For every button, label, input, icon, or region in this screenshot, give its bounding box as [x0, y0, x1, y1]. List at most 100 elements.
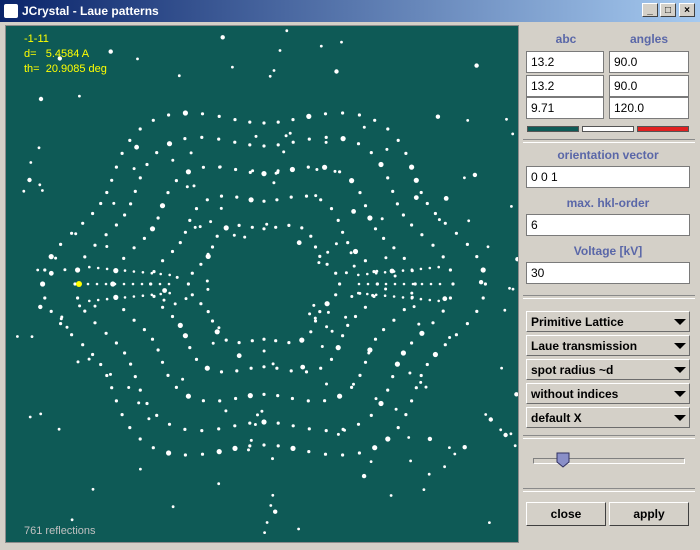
- spot-radius-select[interactable]: spot radius ~d: [526, 359, 690, 380]
- laue-spot: [218, 165, 222, 169]
- laue-spot: [402, 256, 406, 260]
- laue-spot: [158, 282, 162, 286]
- lattice-alpha-input[interactable]: [609, 51, 689, 73]
- laue-spot: [105, 373, 109, 378]
- laue-spot: [382, 236, 386, 240]
- laue-spot: [320, 345, 324, 348]
- laue-spot: [276, 444, 280, 448]
- index-color-swatch[interactable]: [637, 126, 689, 132]
- lattice-gamma-input[interactable]: [609, 97, 689, 119]
- laue-spot: [274, 171, 278, 175]
- chevron-down-icon: [674, 391, 686, 397]
- laue-spot: [363, 305, 367, 309]
- laue-spot: [175, 275, 179, 279]
- laue-spot: [443, 343, 447, 347]
- indices-select[interactable]: without indices: [526, 383, 690, 404]
- laue-spot: [93, 243, 97, 247]
- laue-spot: [443, 465, 446, 469]
- laue-spot: [404, 151, 408, 155]
- laue-spot: [199, 302, 203, 306]
- laue-spot: [336, 218, 340, 222]
- laue-spot: [475, 255, 479, 259]
- laue-spot: [394, 407, 398, 411]
- minimize-button[interactable]: _: [642, 3, 658, 17]
- laue-spot: [334, 271, 338, 275]
- laue-spot: [138, 176, 142, 180]
- laue-spot: [162, 298, 166, 302]
- laue-spot: [114, 297, 118, 300]
- laue-spot: [271, 362, 275, 366]
- laue-spot: [358, 291, 362, 295]
- orientation-vector-input[interactable]: [526, 166, 690, 188]
- laue-spot: [200, 135, 204, 139]
- laue-spot: [216, 449, 222, 455]
- spot-color-swatch[interactable]: [582, 126, 634, 132]
- laue-spot: [105, 245, 109, 248]
- laue-spot: [173, 302, 177, 306]
- laue-spot: [233, 118, 237, 122]
- laue-spot: [248, 197, 254, 203]
- laue-spot: [433, 211, 437, 216]
- laue-spot: [166, 141, 173, 147]
- laue-spot: [306, 113, 312, 119]
- laue-spot: [350, 295, 354, 298]
- laue-spot: [290, 445, 296, 451]
- laue-spot: [386, 127, 390, 131]
- laue-spot: [384, 282, 388, 286]
- mode-select[interactable]: Laue transmission: [526, 335, 690, 356]
- voltage-input[interactable]: [526, 262, 690, 284]
- laue-spot: [488, 521, 491, 524]
- laue-spot: [338, 170, 342, 174]
- lattice-type-select[interactable]: Primitive Lattice: [526, 311, 690, 332]
- laue-spot: [380, 217, 384, 221]
- laue-spot: [128, 138, 132, 142]
- laue-spot: [248, 421, 252, 425]
- laue-spot: [167, 422, 172, 426]
- laue-spot: [127, 386, 131, 389]
- lattice-c-input[interactable]: [526, 97, 604, 119]
- laue-spot: [219, 206, 223, 210]
- laue-spot: [78, 304, 82, 308]
- laue-spot: [114, 399, 118, 403]
- indices-value: without indices: [531, 387, 619, 401]
- axis-select[interactable]: default X: [526, 407, 690, 428]
- laue-spot: [315, 168, 319, 171]
- laue-spot: [189, 151, 193, 155]
- hkl-order-label: max. hkl-order: [566, 196, 650, 210]
- slider-thumb[interactable]: [556, 452, 570, 468]
- laue-spot: [346, 241, 350, 245]
- laue-spot: [209, 220, 213, 224]
- laue-spot: [57, 427, 61, 431]
- laue-spot: [248, 143, 252, 147]
- laue-spot: [304, 370, 309, 374]
- laue-spot: [419, 330, 425, 336]
- window-titlebar[interactable]: JCrystal - Laue patterns _ □ ×: [0, 0, 700, 22]
- laue-spot: [145, 401, 149, 406]
- laue-spot: [462, 445, 467, 450]
- maximize-button[interactable]: □: [660, 3, 676, 17]
- close-window-button[interactable]: ×: [679, 3, 695, 17]
- hkl-order-input[interactable]: [526, 214, 690, 236]
- laue-pattern-canvas[interactable]: -1-11 d= 5.4584 A th= 20.9085 deg 761 re…: [5, 25, 519, 543]
- lattice-a-input[interactable]: [526, 51, 604, 73]
- laue-spot: [120, 151, 124, 155]
- laue-spot: [151, 118, 155, 122]
- laue-spot: [134, 144, 140, 150]
- laue-spot: [16, 335, 19, 338]
- laue-spot: [39, 412, 43, 416]
- laue-spot: [330, 329, 334, 333]
- laue-spot: [132, 295, 136, 298]
- laue-spot: [211, 341, 215, 345]
- laue-spot: [357, 273, 360, 277]
- lattice-beta-input[interactable]: [609, 75, 689, 97]
- laue-spot: [349, 251, 353, 255]
- laue-spot: [232, 233, 236, 237]
- laue-spot: [129, 362, 133, 366]
- laue-spot: [155, 413, 159, 417]
- apply-button[interactable]: apply: [609, 502, 689, 526]
- background-color-swatch[interactable]: [527, 126, 579, 132]
- laue-spot: [291, 140, 295, 144]
- laue-spot: [389, 268, 395, 274]
- close-button[interactable]: close: [526, 502, 606, 526]
- lattice-b-input[interactable]: [526, 75, 604, 97]
